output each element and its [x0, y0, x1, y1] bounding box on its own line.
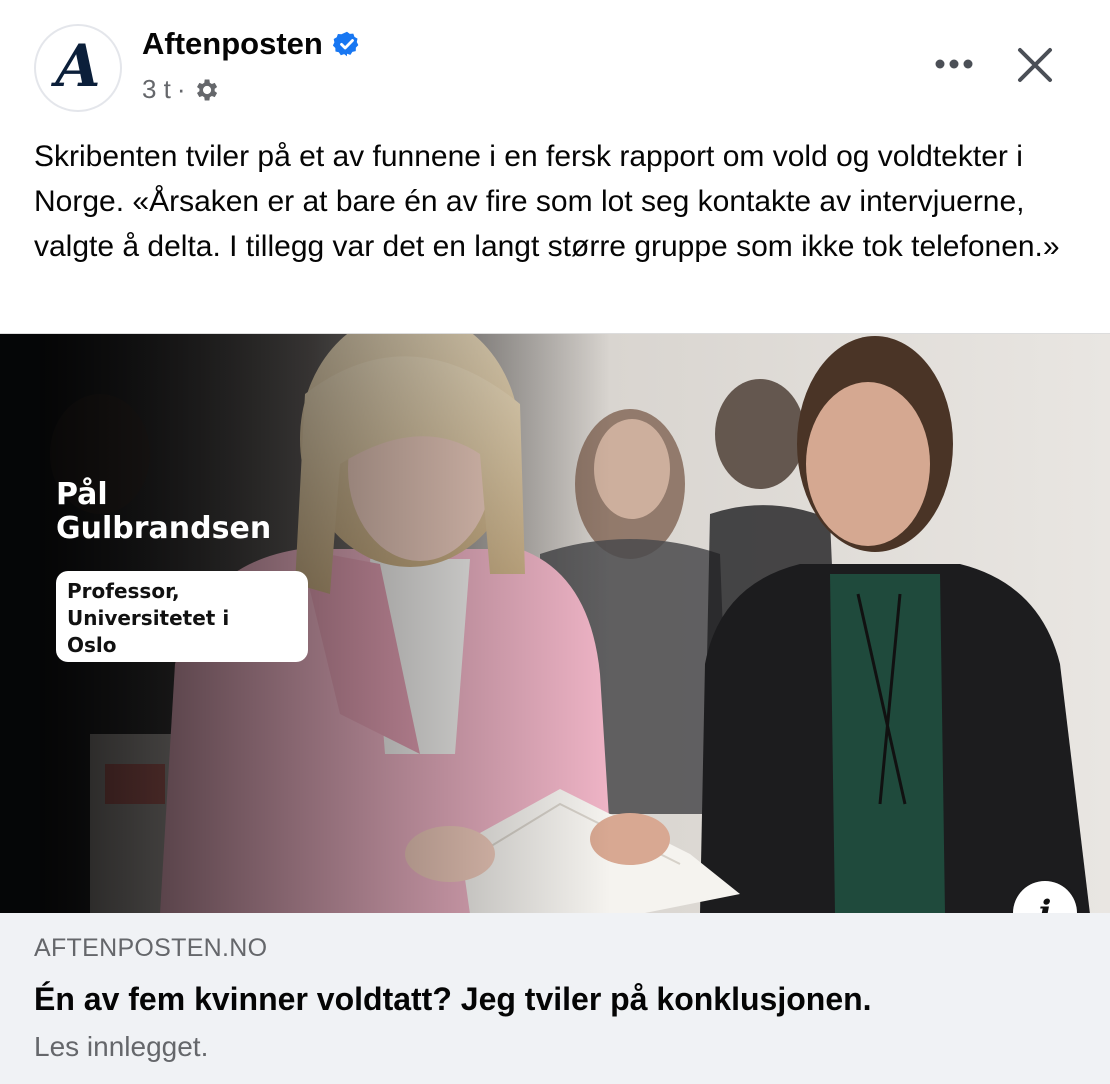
aftenposten-logo: A [55, 32, 101, 100]
info-icon: i [1038, 893, 1052, 913]
post-text: Skribenten tviler på et av funnene i en … [34, 140, 1060, 263]
page-avatar[interactable]: A [34, 24, 122, 112]
author-name-line2: Gulbrandsen [56, 511, 272, 546]
link-subtext: Les innlegget. [34, 1031, 209, 1062]
facebook-post: A Aftenposten 3 t · Skribenten tviler på… [0, 0, 1110, 1084]
meta-separator: · [176, 74, 186, 104]
page-name-row: Aftenposten [142, 26, 361, 62]
author-title-line2: Universitetet i [67, 606, 230, 630]
author-title-line1: Professor, [67, 579, 180, 603]
author-title-line3: Oslo [67, 633, 117, 657]
close-button[interactable] [1010, 40, 1060, 90]
post-meta: 3 t · [142, 74, 220, 105]
page-name[interactable]: Aftenposten [142, 26, 323, 62]
link-preview[interactable]: AFTENPOSTEN.NO Én av fem kvinner voldtat… [0, 913, 1110, 1084]
more-options-button[interactable] [930, 44, 978, 84]
post-timestamp[interactable]: 3 t [142, 74, 171, 105]
link-headline[interactable]: Én av fem kvinner voldtatt? Jeg tviler p… [34, 981, 872, 1018]
overlay-author-title: Professor, Universitetet i Oslo [56, 571, 308, 662]
more-horizontal-icon [935, 59, 973, 69]
verified-badge-icon [332, 31, 359, 57]
author-name-line1: Pål [56, 477, 108, 512]
link-domain: AFTENPOSTEN.NO [34, 934, 268, 962]
article-image[interactable]: Pål Gulbrandsen Professor, Universitetet… [0, 333, 1110, 913]
close-icon [1018, 48, 1052, 82]
gear-icon [196, 79, 217, 100]
overlay-author-name: Pål Gulbrandsen [56, 478, 356, 546]
